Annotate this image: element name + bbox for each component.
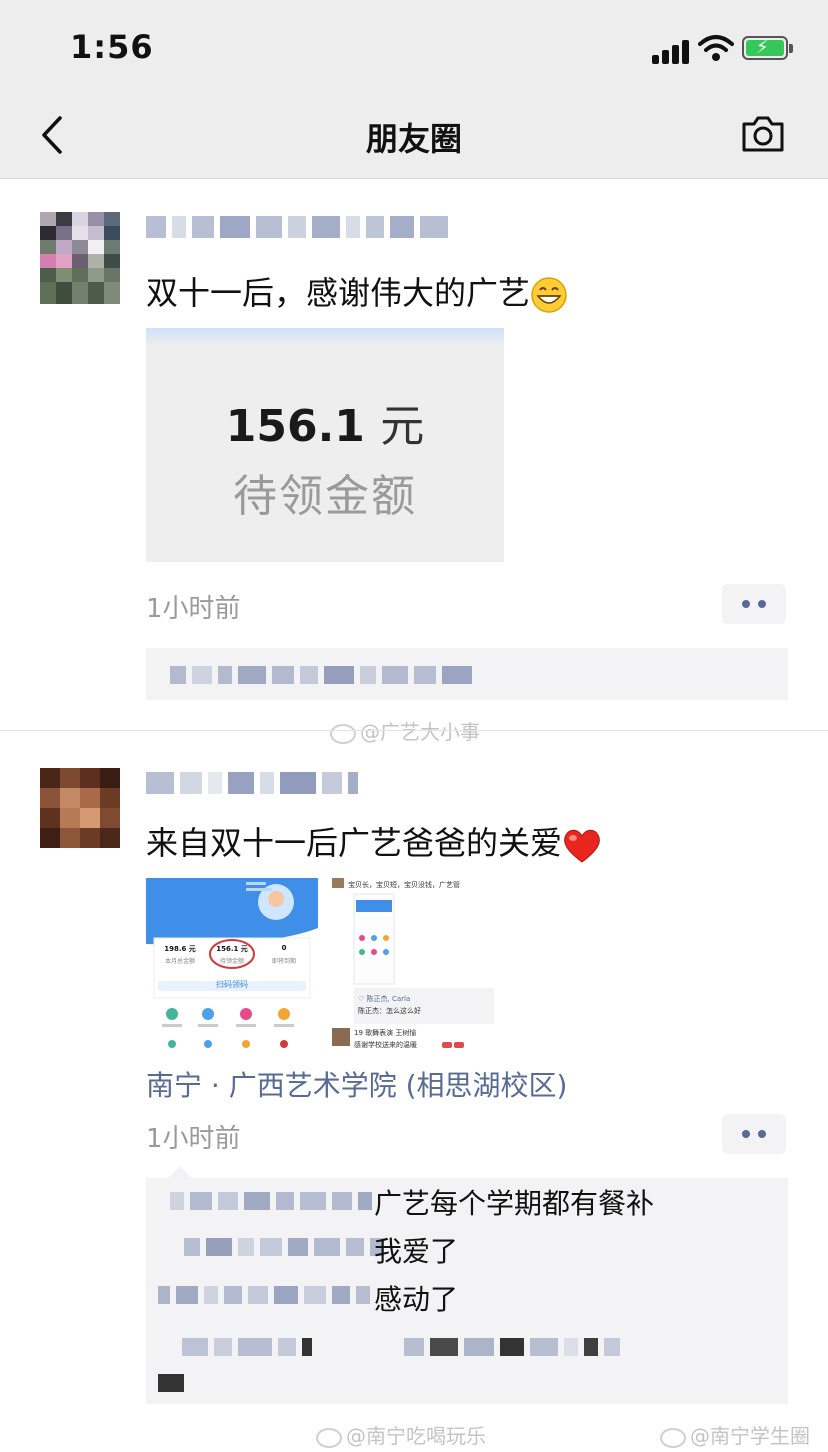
more-actions-button[interactable] (722, 1114, 786, 1154)
location-link[interactable]: 南宁 · 广西艺术学院 (相思湖校区) (146, 1064, 567, 1104)
watermark: @南宁吃喝玩乐 (316, 1420, 486, 1449)
commenter-name-blurred[interactable] (158, 1286, 370, 1304)
watermark: @南宁学生圈 (660, 1420, 810, 1449)
more-actions-button[interactable] (722, 584, 786, 624)
cellular-signal-icon (652, 38, 692, 64)
post-text: 来自双十一后广艺爸爸的关爱 (146, 818, 602, 864)
moments-comment-line: 陈正杰：怎么这么好 (358, 1007, 421, 1015)
status-bar: 1:56 ⚡ (0, 0, 828, 96)
comments-box: 广艺每个学期都有餐补 我爱了 感动了 (146, 1166, 788, 1404)
stat-expiring-label: 即将到期 (271, 958, 296, 965)
scan-action-label: 扫码领码 (216, 980, 248, 989)
post-image[interactable]: 198.6 元 156.1 元 0 本月总金额 待领金额 即将到期 扫码领码 (146, 878, 318, 1050)
stat-pending: 156.1 元 (216, 945, 248, 953)
moments-text-line: 感谢学校送来的温暖 (354, 1041, 417, 1049)
moments-like-line: ♡ 陈正杰, Carla (358, 995, 411, 1003)
amount-value: 156.1 元 (225, 401, 425, 452)
comment-text: 感动了 (374, 1283, 459, 1316)
red-heart-emoji-icon (564, 829, 600, 863)
nav-bar: 朋友圈 (0, 96, 828, 179)
status-time: 1:56 (70, 28, 154, 66)
comment-blurred (182, 1338, 620, 1356)
post-divider (0, 730, 828, 731)
avatar[interactable] (40, 212, 120, 304)
stat-total: 198.6 元 (164, 945, 196, 953)
battery-tip (789, 44, 793, 53)
comment-blurred (158, 1374, 184, 1392)
moments-header: 宝贝长，宝贝短，宝贝没钱，广艺管 (348, 881, 460, 889)
post-time: 1小时前 (146, 594, 241, 624)
stat-expiring: 0 (281, 944, 287, 952)
commenter-name-blurred[interactable] (184, 1238, 384, 1256)
comment-text: 广艺每个学期都有餐补 (374, 1187, 655, 1220)
battery-icon: ⚡ (742, 36, 788, 60)
comment-text: 我爱了 (374, 1235, 459, 1268)
stat-total-label: 本月总金额 (164, 958, 195, 965)
avatar[interactable] (40, 768, 120, 860)
likes-blurred (170, 666, 472, 684)
likes-box (146, 648, 788, 700)
commenter-name-blurred[interactable] (170, 1192, 372, 1210)
post-time: 1小时前 (146, 1124, 241, 1154)
moments-user-line: 19 歌舞表演 王树愉 (354, 1029, 417, 1037)
username-blurred[interactable] (146, 768, 358, 798)
post-image[interactable]: 宝贝长，宝贝短，宝贝没钱，广艺管 ♡ 陈正杰, Carla 陈正杰：怎么这么好 … (330, 878, 498, 1050)
grinning-emoji-icon (531, 277, 567, 313)
amount-label: 待领金额 (233, 471, 417, 522)
post-image[interactable]: 156.1 元 待领金额 (146, 328, 504, 562)
moments-screenshot-thumbnail (330, 878, 498, 1050)
wifi-icon (698, 35, 734, 61)
post-text: 双十一后，感谢伟大的广艺 (146, 268, 568, 314)
page-title: 朋友圈 (365, 120, 462, 158)
camera-icon[interactable] (740, 112, 786, 156)
stat-pending-label: 待领金额 (219, 958, 244, 965)
username-blurred[interactable] (146, 212, 448, 242)
